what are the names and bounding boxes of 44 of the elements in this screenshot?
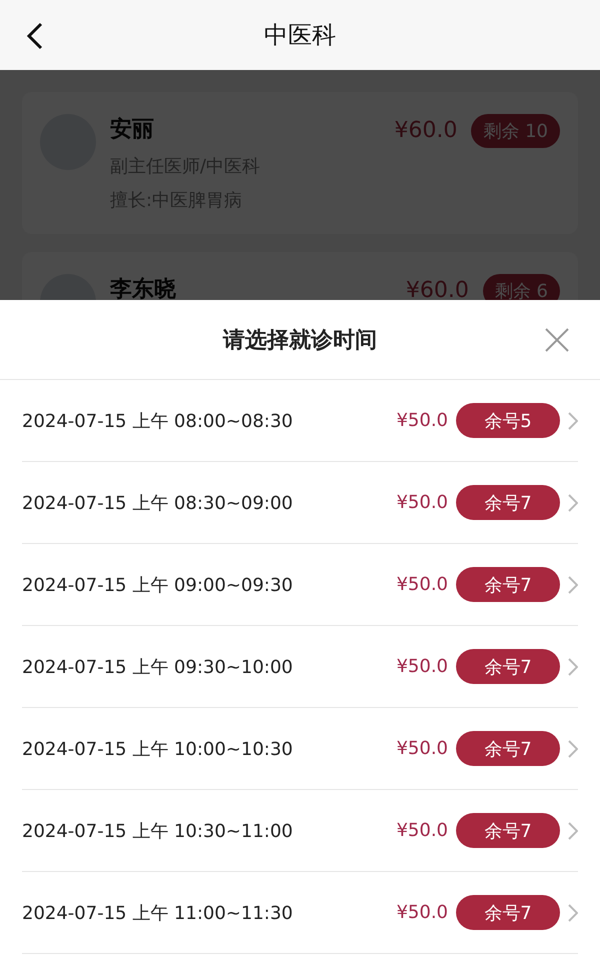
slot-time: 2024-07-15 上午 08:30~09:00 <box>22 492 294 514</box>
remaining-badge: 余号7 <box>456 813 560 848</box>
doctor-name: 安丽 <box>110 116 155 144</box>
remaining-badge: 余号7 <box>456 649 560 684</box>
remaining-badge: 余号7 <box>456 567 560 602</box>
time-slot-row[interactable]: 2024-07-15 上午 09:30~10:00 ¥50.0 余号7 <box>22 626 578 708</box>
slot-price: ¥50.0 <box>396 902 448 923</box>
page-title: 中医科 <box>264 20 336 51</box>
slot-time: 2024-07-15 上午 10:30~11:00 <box>22 820 294 842</box>
chevron-icon <box>568 412 578 430</box>
doctor-name: 李东晓 <box>110 276 177 300</box>
time-slot-row[interactable]: 2024-07-15 上午 08:00~08:30 ¥50.0 余号5 <box>22 380 578 462</box>
chevron-icon <box>568 576 578 594</box>
slot-price: ¥50.0 <box>396 574 448 595</box>
time-slot-row[interactable]: 2024-07-15 上午 10:00~10:30 ¥50.0 余号7 <box>22 708 578 790</box>
chevron-icon <box>568 822 578 840</box>
time-slot-row[interactable]: 2024-07-15 上午 09:00~09:30 ¥50.0 余号7 <box>22 544 578 626</box>
slot-price: ¥50.0 <box>396 410 448 431</box>
chevron-icon <box>568 658 578 676</box>
slot-price: ¥50.0 <box>396 656 448 677</box>
close-button[interactable] <box>544 327 570 353</box>
remaining-badge: 余号5 <box>456 403 560 438</box>
slot-price: ¥50.0 <box>396 820 448 841</box>
slot-time: 2024-07-15 上午 09:00~09:30 <box>22 574 294 596</box>
slot-time: 2024-07-15 上午 08:00~08:30 <box>22 410 294 432</box>
remaining-badge: 余号7 <box>456 485 560 520</box>
chevron-icon <box>568 904 578 922</box>
chevron-icon <box>568 494 578 512</box>
sheet-title: 请选择就诊时间 <box>223 326 377 354</box>
chevron-icon <box>568 740 578 758</box>
price: ¥60.0 <box>406 278 469 300</box>
slot-price: ¥50.0 <box>396 492 448 513</box>
time-slot-row[interactable]: 2024-07-15 上午 10:30~11:00 ¥50.0 余号7 <box>22 790 578 872</box>
remaining-badge: 余号7 <box>456 895 560 930</box>
time-slot-row[interactable]: 2024-07-15 上午 08:30~09:00 ¥50.0 余号7 <box>22 462 578 544</box>
close-icon <box>544 327 570 353</box>
slot-time: 2024-07-15 上午 11:00~11:30 <box>22 902 294 924</box>
remaining-badge: 余号7 <box>456 731 560 766</box>
slot-time: 2024-07-15 上午 10:00~10:30 <box>22 738 294 760</box>
time-slot-row[interactable]: 2024-07-15 上午 11:00~11:30 ¥50.0 余号7 <box>22 872 578 954</box>
slot-price: ¥50.0 <box>396 738 448 759</box>
slot-time: 2024-07-15 上午 09:30~10:00 <box>22 656 294 678</box>
back-icon <box>26 22 44 50</box>
price: ¥60.0 <box>394 118 458 143</box>
